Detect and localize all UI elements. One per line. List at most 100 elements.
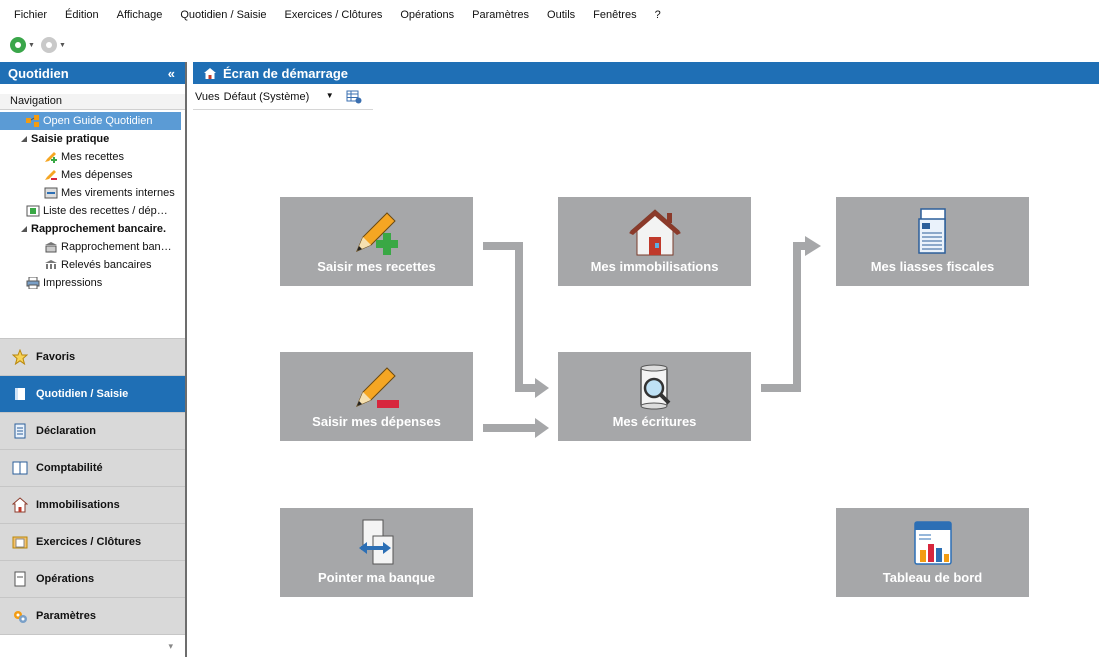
scroll-search-icon xyxy=(639,364,670,410)
dashboard-chart-icon xyxy=(913,521,952,565)
tree-item-label: Rapprochement ban… xyxy=(61,241,172,253)
accordion-more[interactable]: ▾ xyxy=(0,634,185,658)
printer-icon xyxy=(26,276,40,290)
bank-reconcile-icon xyxy=(44,241,58,253)
tree-item-label: Saisie pratique xyxy=(31,133,110,145)
menu-edition[interactable]: Édition xyxy=(65,9,99,21)
guide-icon xyxy=(26,115,40,127)
pencil-plus-icon xyxy=(44,151,58,163)
arrowhead-1 xyxy=(535,378,549,398)
accordion-item-label: Paramètres xyxy=(36,610,96,622)
tile-label: Mes liasses fiscales xyxy=(870,259,995,274)
menu-quotidien-saisie[interactable]: Quotidien / Saisie xyxy=(180,9,266,21)
tile-label: Mes écritures xyxy=(612,414,697,429)
tree-item[interactable]: Rapprochement ban… xyxy=(0,238,185,256)
accordion-item-ledger[interactable]: Comptabilité xyxy=(0,449,185,486)
section-accordion: Favoris Quotidien / Saisie Déclaration Comp… xyxy=(0,338,185,658)
folder-icon xyxy=(12,534,28,550)
menu-help[interactable]: ? xyxy=(655,9,661,21)
back-dropdown-icon[interactable]: ▼ xyxy=(28,42,35,49)
tile-label: Mes immobilisations xyxy=(590,259,719,274)
ledger-icon xyxy=(12,460,28,476)
back-button[interactable] xyxy=(10,37,26,53)
accordion-item-settings[interactable]: Paramètres xyxy=(0,597,185,634)
left-panel: Quotidien « Navigation Open Guide Quotid… xyxy=(0,62,187,658)
settings-icon xyxy=(12,608,28,624)
tree-item[interactable]: Open Guide Quotidien xyxy=(0,112,181,130)
tree-item-label: Mes dépenses xyxy=(61,169,133,181)
tree-item-label: Mes recettes xyxy=(61,151,124,163)
list-icon xyxy=(26,205,40,217)
menu-affichage[interactable]: Affichage xyxy=(117,9,163,21)
tax-forms-icon xyxy=(917,208,946,254)
tile-saisir-recettes[interactable]: Saisir mes recettes xyxy=(280,197,473,286)
transfer-icon xyxy=(44,187,58,199)
arrow-recettes-to-ecritures xyxy=(483,242,537,392)
menu-outils[interactable]: Outils xyxy=(547,9,575,21)
menu-exercices-clotures[interactable]: Exercices / Clôtures xyxy=(285,9,383,21)
tile-label: Tableau de bord xyxy=(882,570,983,585)
forward-arrow-icon xyxy=(45,42,52,48)
expand-icon xyxy=(20,133,28,145)
tree-item-label: Relevés bancaires xyxy=(61,259,152,271)
tree-item[interactable]: Impressions xyxy=(0,274,185,292)
tree-item-label: Mes virements internes xyxy=(61,187,175,199)
left-panel-title: Quotidien xyxy=(8,65,69,81)
accordion-item-label: Quotidien / Saisie xyxy=(36,388,129,400)
tree-item-label: Open Guide Quotidien xyxy=(43,115,153,127)
accordion-item-operations[interactable]: Opérations xyxy=(0,560,185,597)
menu-fenetres[interactable]: Fenêtres xyxy=(593,9,636,21)
back-arrow-icon xyxy=(15,42,21,48)
operations-icon xyxy=(12,571,28,587)
accordion-item-house[interactable]: Immobilisations xyxy=(0,486,185,523)
tree-item-label: Liste des recettes / dép… xyxy=(43,205,168,217)
tile-mes-liasses-fiscales[interactable]: Mes liasses fiscales xyxy=(836,197,1029,286)
tile-label: Pointer ma banque xyxy=(317,570,436,585)
navigation-title: Navigation xyxy=(0,94,185,110)
tree-item[interactable]: Mes recettes xyxy=(0,148,185,166)
expand-icon xyxy=(20,223,28,235)
document-exchange-icon xyxy=(358,519,393,565)
accordion-item-label: Favoris xyxy=(36,351,76,363)
tree-item[interactable]: Rapprochement bancaire. xyxy=(0,220,185,238)
tree-item[interactable]: Relevés bancaires xyxy=(0,256,185,274)
tree-item-label: Impressions xyxy=(43,277,103,289)
house-icon xyxy=(12,497,28,513)
accordion-item-book[interactable]: Quotidien / Saisie xyxy=(0,375,185,412)
accordion-item-folder[interactable]: Exercices / Clôtures xyxy=(0,523,185,560)
tree-item[interactable]: Liste des recettes / dép… xyxy=(0,202,185,220)
tile-pointer-ma-banque[interactable]: Pointer ma banque xyxy=(280,508,473,597)
menu-parametres[interactable]: Paramètres xyxy=(472,9,529,21)
forward-dropdown-icon[interactable]: ▼ xyxy=(59,42,66,49)
menu-fichier[interactable]: Fichier xyxy=(14,9,47,21)
toolbar: ▼ ▼ xyxy=(0,32,66,58)
accordion-item-label: Exercices / Clôtures xyxy=(36,536,142,548)
accordion-item-star[interactable]: Favoris xyxy=(0,338,185,375)
arrow-ecritures-to-liasses xyxy=(761,242,807,392)
arrowhead-2 xyxy=(535,418,549,438)
tree-item[interactable]: Mes dépenses xyxy=(0,166,185,184)
menu-operations[interactable]: Opérations xyxy=(400,9,454,21)
arrowhead-3 xyxy=(805,236,821,256)
collapse-panel-button[interactable]: « xyxy=(168,66,175,81)
main-area: Écran de démarrage Vues Défaut (Système)… xyxy=(193,62,1099,657)
tile-label: Saisir mes dépenses xyxy=(312,414,441,429)
forward-button[interactable] xyxy=(40,37,57,53)
tile-tableau-de-bord[interactable]: Tableau de bord xyxy=(836,508,1029,597)
tree-item-label: Rapprochement bancaire. xyxy=(31,223,167,235)
tree-item[interactable]: Mes virements internes xyxy=(0,184,185,202)
accordion-item-label: Immobilisations xyxy=(36,499,120,511)
tree-item[interactable]: Saisie pratique xyxy=(0,130,185,148)
accordion-item-form[interactable]: Déclaration xyxy=(0,412,185,449)
tile-mes-ecritures[interactable]: Mes écritures xyxy=(558,352,751,441)
menu-bar: Fichier Édition Affichage Quotidien / Sa… xyxy=(0,0,1099,30)
tile-saisir-depenses[interactable]: Saisir mes dépenses xyxy=(280,352,473,441)
navigation-tree: Open Guide Quotidien Saisie pratique Mes r… xyxy=(0,110,185,292)
tile-mes-immobilisations[interactable]: Mes immobilisations xyxy=(558,197,751,286)
star-icon xyxy=(12,349,28,365)
tile-label: Saisir mes recettes xyxy=(317,259,436,274)
chevron-down-icon: ▾ xyxy=(168,641,173,651)
left-panel-header: Quotidien « xyxy=(0,62,185,84)
accordion-item-label: Comptabilité xyxy=(36,462,103,474)
book-icon xyxy=(12,386,28,402)
